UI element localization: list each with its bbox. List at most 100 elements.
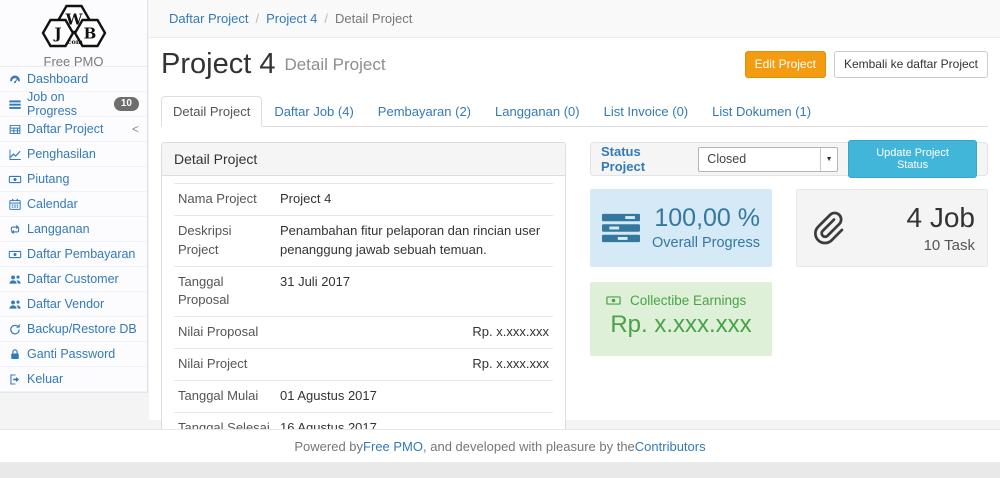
sidebar-item-dashboard[interactable]: Dashboard: [0, 67, 147, 92]
row-value: Rp. x.xxx.xxx: [276, 317, 553, 349]
sidebar-item-backup-restore-db[interactable]: Backup/Restore DB: [0, 317, 147, 342]
list-icon: [8, 98, 22, 111]
breadcrumb-separator: /: [324, 11, 328, 26]
users-icon: [8, 273, 22, 286]
status-project-well: Status Project Closed ▼ Update Project S…: [590, 142, 988, 176]
row-value: 31 Juli 2017: [276, 266, 553, 317]
row-label: Nama Project: [174, 184, 276, 216]
page-subtitle: Detail Project: [284, 55, 385, 75]
sign-out-icon: [8, 373, 22, 386]
row-label: Tanggal Proposal: [174, 266, 276, 317]
progress-label: Overall Progress: [640, 235, 760, 252]
table-row: Nilai Proposal Rp. x.xxx.xxx: [174, 317, 553, 349]
sidebar-item-calendar[interactable]: Calendar: [0, 192, 147, 217]
tab-detail-project[interactable]: Detail Project: [161, 96, 262, 127]
sidebar-item-label: Job on Progress: [27, 90, 114, 118]
line-chart-icon: [8, 148, 22, 161]
contributors-link[interactable]: Contributors: [635, 439, 706, 454]
sidebar: W J B .com Free PMO Dashboard Job on Pro…: [0, 0, 148, 393]
row-value: Rp. x.xxx.xxx: [276, 349, 553, 381]
money-icon: [8, 173, 22, 186]
collectible-earnings-card: Collectibe Earnings Rp. x.xxx.xxx: [590, 282, 772, 356]
row-label: Tanggal Mulai: [174, 380, 276, 412]
sidebar-item-job-on-progress[interactable]: Job on Progress 10: [0, 92, 147, 117]
row-value: Project 4: [276, 184, 553, 216]
sidebar-item-langganan[interactable]: Langganan: [0, 217, 147, 242]
logo-letter-w: W: [64, 11, 83, 29]
paperclip-icon: [809, 210, 845, 246]
users-icon: [8, 298, 22, 311]
sidebar-item-daftar-customer[interactable]: Daftar Customer: [0, 267, 147, 292]
sidebar-item-ganti-password[interactable]: Ganti Password: [0, 342, 147, 367]
sidebar-item-daftar-pembayaran[interactable]: Daftar Pembayaran: [0, 242, 147, 267]
footer-text: Powered by: [294, 439, 363, 454]
sidebar-item-penghasilan[interactable]: Penghasilan: [0, 142, 147, 167]
table-icon: [8, 123, 22, 136]
task-count-value: 10 Task: [845, 237, 975, 254]
tab-langganan[interactable]: Langganan (0): [483, 96, 592, 127]
refresh-icon: [8, 323, 22, 336]
retweet-icon: [8, 223, 22, 236]
breadcrumb-current: Detail Project: [335, 11, 412, 26]
page-title: Project 4: [161, 48, 275, 81]
calendar-icon: [8, 198, 22, 211]
money-icon: [604, 293, 623, 308]
sidebar-item-label: Dashboard: [27, 72, 88, 86]
sidebar-item-label: Daftar Pembayaran: [27, 247, 135, 261]
page-header: Project 4 Detail Project Edit Project Ke…: [161, 48, 988, 81]
row-value: Penambahan fitur pelaporan dan rincian u…: [276, 215, 553, 266]
back-to-project-list-button[interactable]: Kembali ke daftar Project: [834, 51, 988, 77]
table-row: Tanggal Mulai 01 Agustus 2017: [174, 380, 553, 412]
overall-progress-card: 100,00 % Overall Progress: [590, 189, 772, 267]
sidebar-item-label: Penghasilan: [27, 147, 96, 161]
tab-list-dokumen[interactable]: List Dokumen (1): [700, 96, 823, 127]
breadcrumb-link-daftar-project[interactable]: Daftar Project: [169, 11, 248, 26]
sidebar-item-label: Daftar Vendor: [27, 297, 104, 311]
sidebar-item-label: Daftar Customer: [27, 272, 119, 286]
sidebar-item-label: Daftar Project: [27, 122, 103, 136]
earnings-label: Collectibe Earnings: [630, 293, 746, 308]
status-select[interactable]: Closed ▼: [698, 147, 838, 172]
sidebar-item-label: Calendar: [27, 197, 78, 211]
update-project-status-button[interactable]: Update Project Status: [848, 140, 977, 178]
dashboard-icon: [8, 73, 22, 86]
chevron-down-icon: ▼: [820, 148, 837, 171]
detail-project-panel: Detail Project Nama Project Project 4 De…: [161, 142, 566, 478]
table-row: Deskripsi Project Penambahan fitur pelap…: [174, 215, 553, 266]
row-label: Deskripsi Project: [174, 215, 276, 266]
edit-project-button[interactable]: Edit Project: [745, 51, 826, 77]
sidebar-item-keluar[interactable]: Keluar: [0, 367, 147, 392]
row-label: Nilai Proposal: [174, 317, 276, 349]
free-pmo-link[interactable]: Free PMO: [363, 439, 423, 454]
page-bottom-strip: [0, 462, 1000, 478]
app-logo[interactable]: W J B .com Free PMO: [0, 0, 147, 67]
sidebar-item-label: Backup/Restore DB: [27, 322, 137, 336]
table-row: Nilai Project Rp. x.xxx.xxx: [174, 349, 553, 381]
progress-value: 100,00 %: [640, 203, 760, 233]
sidebar-item-label: Piutang: [27, 172, 69, 186]
table-row: Nama Project Project 4: [174, 184, 553, 216]
lock-icon: [8, 348, 22, 361]
job-count-card: 4 Job 10 Task: [796, 189, 988, 267]
sidebar-item-piutang[interactable]: Piutang: [0, 167, 147, 192]
footer-text: , and developed with pleasure by the: [423, 439, 635, 454]
breadcrumb: Daftar Project / Project 4 / Detail Proj…: [149, 0, 1000, 38]
sidebar-item-daftar-project[interactable]: Daftar Project <: [0, 117, 147, 142]
tab-list-invoice[interactable]: List Invoice (0): [592, 96, 701, 127]
logo-letter-b: B: [83, 25, 96, 43]
job-count-value: 4 Job: [845, 202, 975, 234]
breadcrumb-separator: /: [255, 11, 259, 26]
row-value: 01 Agustus 2017: [276, 380, 553, 412]
count-badge: 10: [114, 97, 139, 111]
main-content: Daftar Project / Project 4 / Detail Proj…: [149, 0, 1000, 420]
tab-pembayaran[interactable]: Pembayaran (2): [366, 96, 483, 127]
tab-daftar-job[interactable]: Daftar Job (4): [262, 96, 365, 127]
breadcrumb-link-project-4[interactable]: Project 4: [266, 11, 317, 26]
panel-title: Detail Project: [162, 143, 565, 176]
sidebar-item-label: Langganan: [27, 222, 90, 236]
sidebar-item-label: Ganti Password: [27, 347, 115, 361]
sidebar-item-daftar-vendor[interactable]: Daftar Vendor: [0, 292, 147, 317]
earnings-value: Rp. x.xxx.xxx: [600, 311, 762, 339]
sidebar-item-label: Keluar: [27, 372, 63, 386]
free-pmo-app: W J B .com Free PMO Dashboard Job on Pro…: [0, 0, 1000, 478]
